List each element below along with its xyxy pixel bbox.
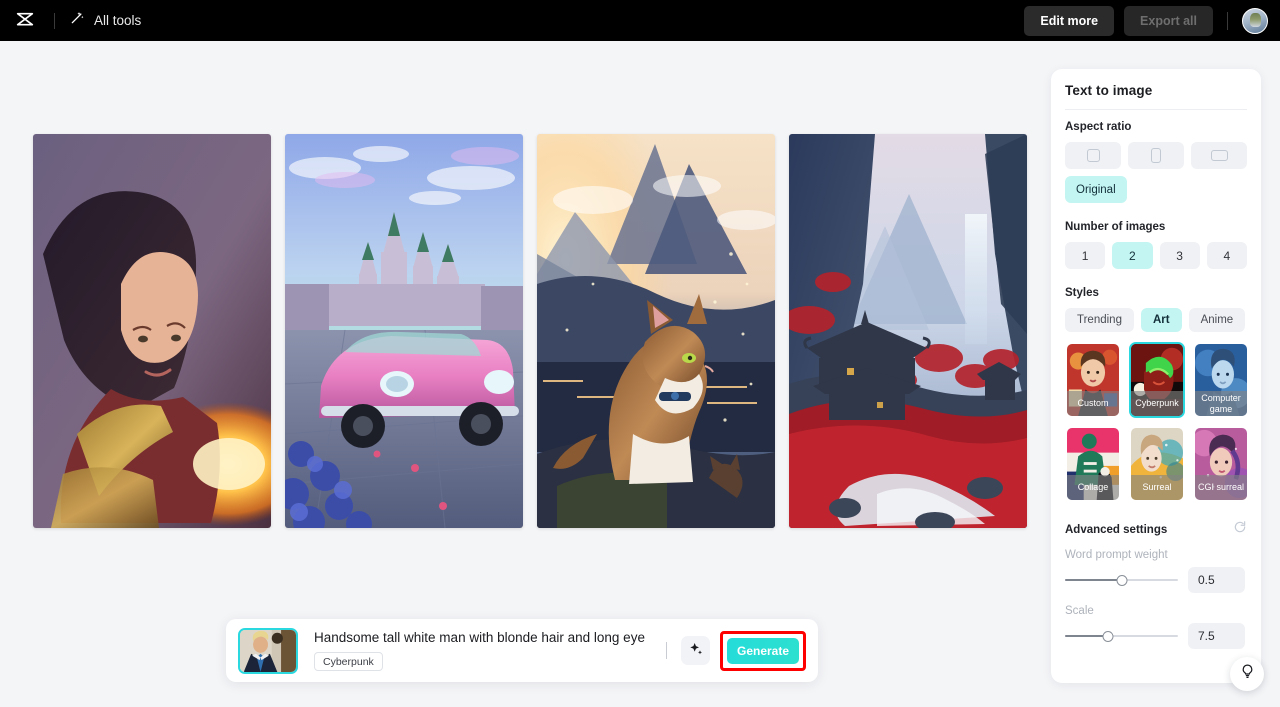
reference-image-thumbnail[interactable] bbox=[238, 627, 298, 674]
style-label-collage: Collage bbox=[1067, 475, 1119, 500]
word-prompt-weight-value[interactable]: 0.5 bbox=[1188, 567, 1245, 593]
tab-anime[interactable]: Anime bbox=[1188, 308, 1246, 332]
panel-title: Text to image bbox=[1065, 83, 1153, 98]
magic-wand-icon bbox=[69, 10, 85, 31]
edit-more-button[interactable]: Edit more bbox=[1024, 5, 1115, 36]
number-of-images-1[interactable]: 1 bbox=[1065, 242, 1106, 269]
gallery-image-pink-car-castle[interactable] bbox=[285, 134, 523, 528]
divider bbox=[1065, 109, 1247, 110]
number-of-images-options: 1 2 3 4 bbox=[1065, 242, 1247, 269]
tab-trending[interactable]: Trending bbox=[1065, 308, 1134, 332]
gallery-image-red-valley-pagoda[interactable] bbox=[789, 134, 1027, 528]
portrait-ratio-icon bbox=[1151, 148, 1161, 163]
style-tag-chip[interactable]: Cyberpunk bbox=[314, 652, 383, 671]
style-label-custom: Custom bbox=[1067, 391, 1119, 416]
avatar[interactable] bbox=[1242, 7, 1268, 34]
aspect-ratio-landscape-button[interactable] bbox=[1191, 142, 1247, 169]
generate-button[interactable]: Generate bbox=[727, 637, 799, 664]
divider bbox=[1227, 11, 1228, 30]
aspect-ratio-label: Aspect ratio bbox=[1065, 121, 1132, 133]
word-prompt-weight-row: 0.5 bbox=[1065, 567, 1247, 593]
scale-label: Scale bbox=[1065, 605, 1094, 617]
gallery-image-fantasy-warrior-woman[interactable] bbox=[33, 134, 271, 528]
all-tools-button[interactable]: All tools bbox=[69, 10, 141, 31]
styles-label: Styles bbox=[1065, 287, 1099, 299]
generate-button-highlight: Generate bbox=[720, 630, 806, 671]
slider-knob[interactable] bbox=[1116, 574, 1127, 586]
gallery-image-cat-sunset-mountains[interactable] bbox=[537, 134, 775, 528]
help-button[interactable] bbox=[1230, 657, 1264, 691]
top-bar: All tools Edit more Export all bbox=[0, 0, 1280, 41]
style-label-computer-game: Computer game bbox=[1195, 391, 1247, 416]
prompt-input[interactable]: Handsome tall white man with blonde hair… bbox=[298, 630, 666, 671]
style-card-surreal[interactable]: Surreal bbox=[1129, 426, 1185, 502]
style-label-surreal: Surreal bbox=[1131, 475, 1183, 500]
number-of-images-4[interactable]: 4 bbox=[1206, 242, 1247, 269]
square-ratio-icon bbox=[1086, 149, 1100, 162]
number-of-images-3[interactable]: 3 bbox=[1159, 242, 1200, 269]
sparkle-icon bbox=[688, 641, 704, 660]
divider bbox=[54, 12, 55, 29]
aspect-ratio-original-button[interactable]: Original bbox=[1065, 176, 1127, 203]
aspect-ratio-portrait-button[interactable] bbox=[1128, 142, 1184, 169]
slider-fill bbox=[1065, 579, 1122, 581]
style-label-cgi-surreal: CGI surreal bbox=[1195, 475, 1247, 500]
style-card-collage[interactable]: Collage bbox=[1065, 426, 1121, 502]
number-of-images-2[interactable]: 2 bbox=[1112, 242, 1153, 269]
landscape-ratio-icon bbox=[1210, 150, 1228, 161]
ai-suggest-button[interactable] bbox=[681, 636, 710, 665]
style-card-custom[interactable]: Custom bbox=[1065, 342, 1121, 418]
aspect-ratio-options bbox=[1065, 142, 1247, 169]
prompt-bar: Handsome tall white man with blonde hair… bbox=[226, 619, 818, 682]
prompt-text: Handsome tall white man with blonde hair… bbox=[314, 630, 645, 645]
number-of-images-label: Number of images bbox=[1065, 221, 1166, 233]
word-prompt-weight-label: Word prompt weight bbox=[1065, 549, 1168, 561]
text-caret bbox=[665, 642, 667, 659]
all-tools-label: All tools bbox=[94, 13, 142, 28]
scale-slider[interactable] bbox=[1065, 629, 1178, 643]
style-card-cyberpunk[interactable]: Cyberpunk bbox=[1129, 342, 1185, 418]
scale-row: 7.5 bbox=[1065, 623, 1247, 649]
styles-tabs: Trending Art Anime bbox=[1065, 308, 1247, 332]
scale-value[interactable]: 7.5 bbox=[1188, 623, 1245, 649]
tab-art[interactable]: Art bbox=[1140, 308, 1182, 332]
lightbulb-icon bbox=[1239, 663, 1256, 685]
capcut-logo-icon[interactable] bbox=[12, 8, 38, 34]
style-card-cgi-surreal[interactable]: CGI surreal bbox=[1193, 426, 1249, 502]
text-to-image-panel: Text to image Aspect ratio Original Numb… bbox=[1051, 69, 1261, 683]
styles-grid: Custom Cyberpunk Computer game Collage S… bbox=[1065, 342, 1247, 502]
generated-images-gallery bbox=[33, 134, 1027, 528]
top-bar-actions: Edit more Export all bbox=[1024, 5, 1280, 36]
reset-icon[interactable] bbox=[1233, 520, 1247, 539]
style-label-cyberpunk: Cyberpunk bbox=[1131, 391, 1183, 416]
word-prompt-weight-slider[interactable] bbox=[1065, 573, 1178, 587]
aspect-ratio-square-button[interactable] bbox=[1065, 142, 1121, 169]
slider-knob[interactable] bbox=[1102, 630, 1114, 642]
style-card-computer-game[interactable]: Computer game bbox=[1193, 342, 1249, 418]
advanced-settings-header: Advanced settings bbox=[1065, 520, 1247, 539]
advanced-settings-label: Advanced settings bbox=[1065, 523, 1168, 536]
export-all-button[interactable]: Export all bbox=[1124, 5, 1213, 36]
